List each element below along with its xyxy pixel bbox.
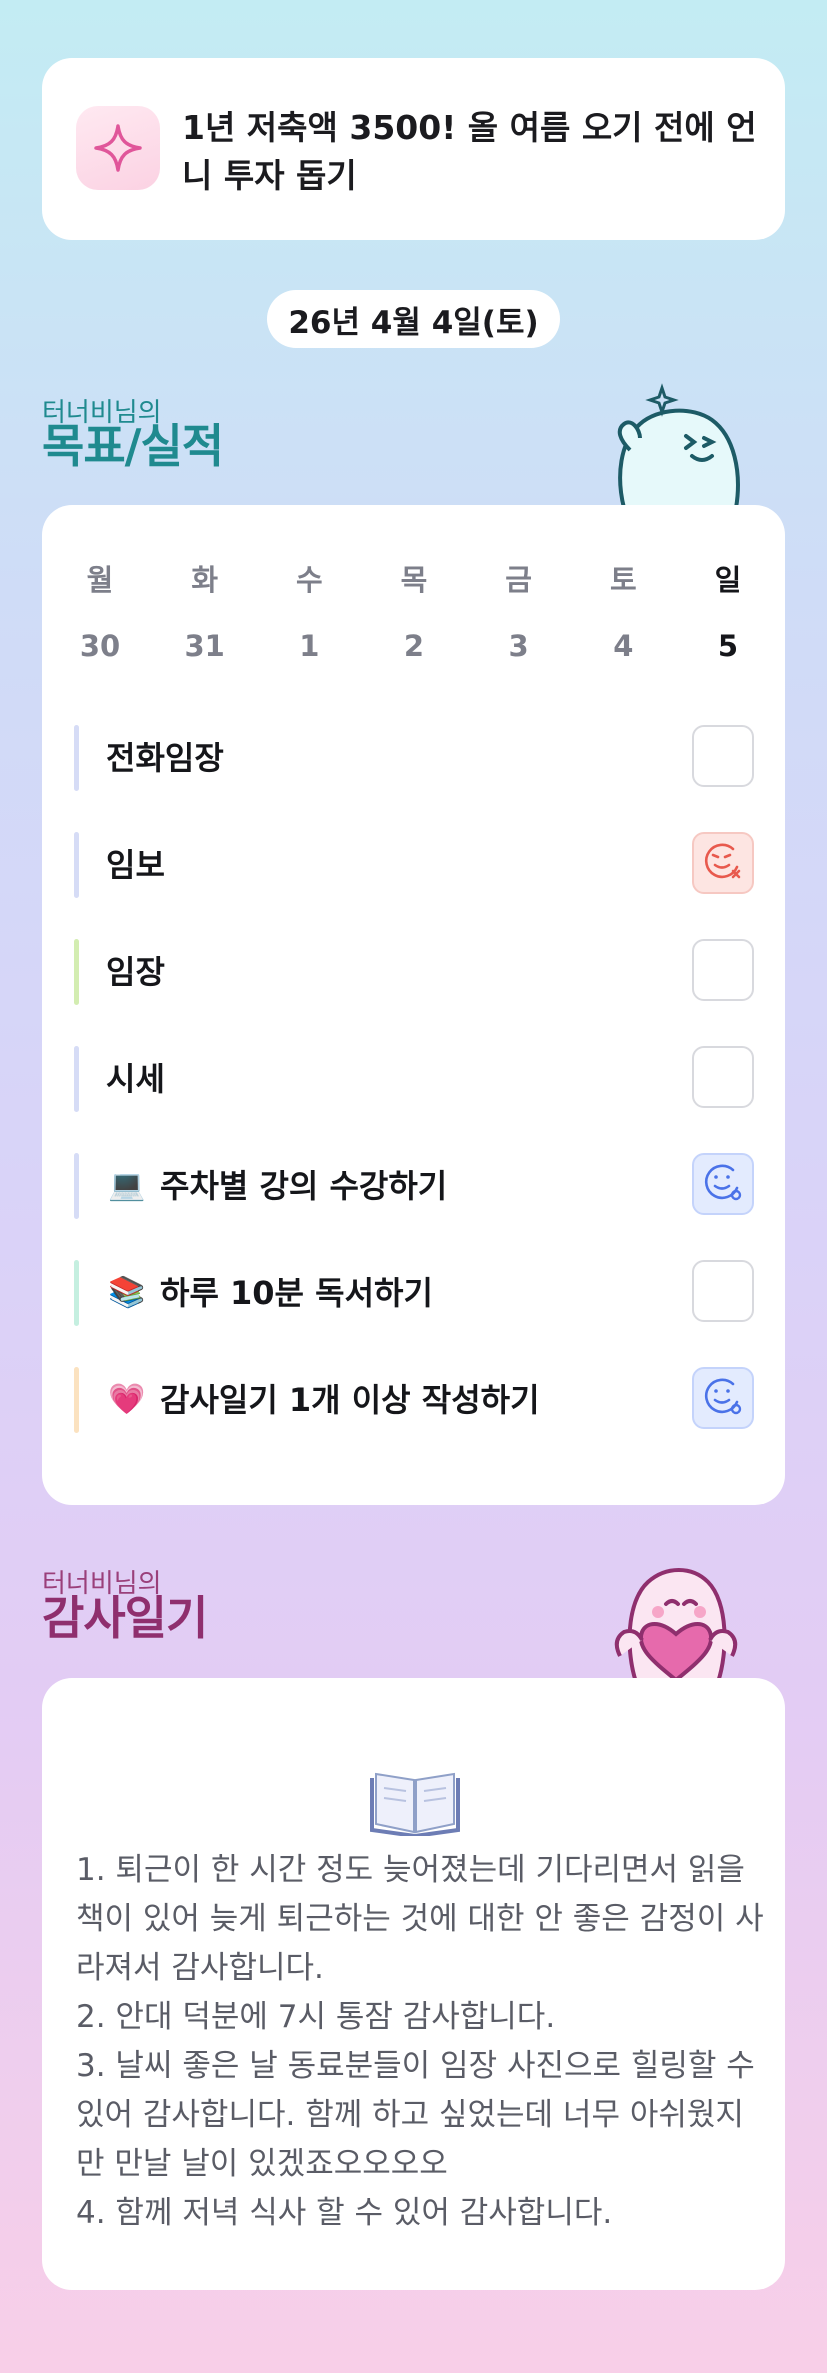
task-label: 전화임장 bbox=[106, 739, 224, 777]
task-label: 주차별 강의 수강하기 bbox=[160, 1167, 448, 1205]
open-book-icon bbox=[370, 1772, 460, 1836]
task-emoji-icon: 💗 bbox=[108, 1382, 146, 1417]
task-color-bar bbox=[74, 1153, 79, 1219]
task-checkbox[interactable] bbox=[692, 939, 754, 1001]
task-color-bar bbox=[74, 832, 79, 898]
mascot-thumbs-up-icon bbox=[617, 383, 740, 508]
diary-entry: 3. 날씨 좋은 날 동료분들이 임장 사진으로 힐링할 수 있어 감사합니다.… bbox=[76, 2048, 765, 2182]
task-label: 시세 bbox=[106, 1060, 165, 1098]
weekday-thu[interactable]: 목 bbox=[384, 557, 444, 599]
day-sat[interactable]: 4 bbox=[593, 629, 653, 663]
date-pill[interactable]: 26년 4월 4일(토) bbox=[267, 290, 560, 348]
task-label: 감사일기 1개 이상 작성하기 bbox=[160, 1381, 540, 1419]
gratitude-diary-card: 1. 퇴근이 한 시간 정도 늦어졌는데 기다리면서 읽을 책이 있어 늦게 퇴… bbox=[42, 1678, 785, 2290]
task-color-bar bbox=[74, 725, 79, 791]
sad-face-x-icon bbox=[703, 841, 743, 885]
task-checkbox[interactable] bbox=[692, 1046, 754, 1108]
task-row[interactable]: 💻 주차별 강의 수강하기 bbox=[74, 1153, 754, 1219]
task-emoji-icon: 💻 bbox=[108, 1168, 146, 1203]
task-color-bar bbox=[74, 1260, 79, 1326]
weekday-wed[interactable]: 수 bbox=[279, 557, 339, 599]
day-thu[interactable]: 2 bbox=[384, 629, 444, 663]
task-color-bar bbox=[74, 939, 79, 1005]
diary-entry: 2. 안대 덕분에 7시 통잠 감사합니다. bbox=[76, 1999, 556, 2035]
goal-card[interactable]: 1년 저축액 3500! 올 여름 오기 전에 언니 투자 돕기 bbox=[42, 58, 785, 240]
task-row[interactable]: 전화임장 bbox=[74, 725, 754, 791]
task-label: 임장 bbox=[106, 953, 165, 991]
task-row[interactable]: 📚 하루 10분 독서하기 bbox=[74, 1260, 754, 1326]
day-wed[interactable]: 1 bbox=[279, 629, 339, 663]
task-checkbox[interactable] bbox=[692, 1260, 754, 1322]
day-mon[interactable]: 30 bbox=[70, 629, 130, 663]
task-row[interactable]: 💗 감사일기 1개 이상 작성하기 bbox=[74, 1367, 754, 1433]
week-date-row: 30 31 1 2 3 4 5 bbox=[70, 629, 758, 663]
task-status-failed-button[interactable] bbox=[692, 832, 754, 894]
goal-text: 1년 저축액 3500! 올 여름 오기 전에 언니 투자 돕기 bbox=[182, 108, 757, 195]
weekday-sun[interactable]: 일 bbox=[698, 557, 758, 599]
smile-face-icon bbox=[703, 1162, 743, 1206]
mascot-holding-heart-icon bbox=[614, 1568, 738, 1682]
task-label: 하루 10분 독서하기 bbox=[160, 1274, 433, 1312]
task-row[interactable]: 시세 bbox=[74, 1046, 754, 1112]
weekday-mon[interactable]: 월 bbox=[70, 557, 130, 599]
diary-section-title: 감사일기 bbox=[42, 1591, 208, 1645]
task-checkbox[interactable] bbox=[692, 725, 754, 787]
diary-entry: 1. 퇴근이 한 시간 정도 늦어졌는데 기다리면서 읽을 책이 있어 늦게 퇴… bbox=[76, 1852, 764, 1986]
goal-tracker-card: 월 화 수 목 금 토 일 30 31 1 2 3 4 5 전화임장임보임장시세… bbox=[42, 505, 785, 1505]
task-status-done-button[interactable] bbox=[692, 1153, 754, 1215]
task-label: 임보 bbox=[106, 846, 165, 884]
weekday-row: 월 화 수 목 금 토 일 bbox=[70, 557, 758, 599]
task-status-done-button[interactable] bbox=[692, 1367, 754, 1429]
weekday-sat[interactable]: 토 bbox=[593, 557, 653, 599]
weekday-tue[interactable]: 화 bbox=[175, 557, 235, 599]
task-row[interactable]: 임보 bbox=[74, 832, 754, 898]
goals-section-title: 목표/실적 bbox=[42, 419, 224, 473]
day-sun[interactable]: 5 bbox=[698, 629, 758, 663]
day-tue[interactable]: 31 bbox=[175, 629, 235, 663]
task-emoji-icon: 📚 bbox=[108, 1275, 146, 1310]
task-color-bar bbox=[74, 1046, 79, 1112]
smile-face-icon bbox=[703, 1376, 743, 1420]
task-row[interactable]: 임장 bbox=[74, 939, 754, 1005]
diary-entry: 4. 함께 저녁 식사 할 수 있어 감사합니다. bbox=[76, 2195, 613, 2231]
weekday-fri[interactable]: 금 bbox=[489, 557, 549, 599]
sparkle-icon bbox=[76, 106, 160, 190]
day-fri[interactable]: 3 bbox=[489, 629, 549, 663]
diary-entries: 1. 퇴근이 한 시간 정도 늦어졌는데 기다리면서 읽을 책이 있어 늦게 퇴… bbox=[76, 1846, 766, 2238]
task-color-bar bbox=[74, 1367, 79, 1433]
